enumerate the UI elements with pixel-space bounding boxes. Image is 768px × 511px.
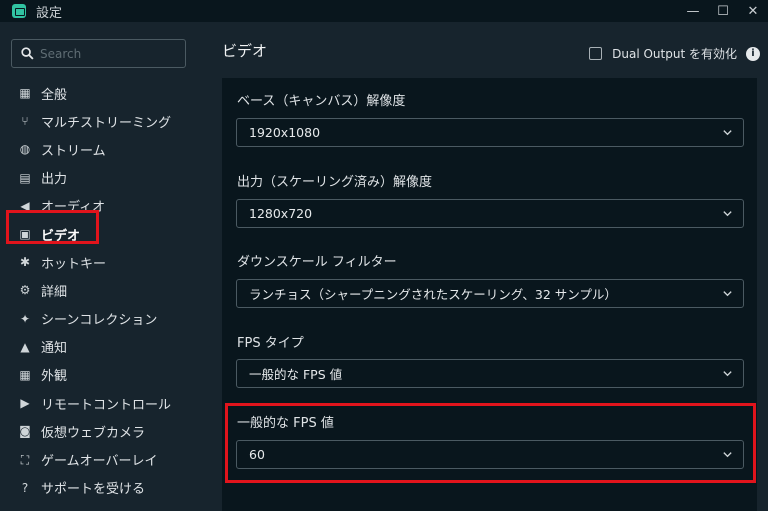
camera-icon: ◙ xyxy=(19,424,31,439)
sidebar-item-label: ホットキー xyxy=(41,256,107,272)
info-icon[interactable]: i xyxy=(746,46,760,61)
palette-icon: ▦ xyxy=(19,367,31,382)
window-controls: — ☐ ✕ xyxy=(678,0,768,22)
sidebar-item[interactable]: ◙ 仮想ウェブカメラ xyxy=(0,417,200,445)
gears-icon: ⚙ xyxy=(19,283,31,298)
sidebar-item[interactable]: ⑂ マルチストリーミング xyxy=(0,107,200,135)
settings-sidebar: ▦全般⑂マルチストリーミング◍ストリーム▤出力◀オーディオ▣ビデオ✱ホットキー⚙… xyxy=(0,22,200,511)
fps-type-value: 一般的な FPS 値 xyxy=(249,367,343,382)
sidebar-item[interactable]: ▶ リモートコントロール xyxy=(0,389,200,417)
search-box[interactable] xyxy=(11,39,186,68)
page-title: ビデオ xyxy=(222,42,268,60)
sidebar-item-label: リモートコントロール xyxy=(41,397,172,413)
output-resolution-value: 1280x720 xyxy=(249,206,313,221)
sidebar-item[interactable]: ▤ 出力 xyxy=(0,164,200,192)
sidebar-item-label: 通知 xyxy=(41,341,68,357)
output-resolution-select[interactable]: 1280x720 xyxy=(236,199,744,228)
downscale-filter-select[interactable]: ランチョス（シャープニングされたスケーリング、32 サンプル） xyxy=(236,279,744,308)
app-logo-icon xyxy=(12,4,26,18)
sidebar-item[interactable]: ◍ ストリーム xyxy=(0,135,200,163)
output-icon: ▤ xyxy=(19,170,31,185)
window-title: 設定 xyxy=(36,5,63,21)
chevron-down-icon xyxy=(723,130,732,136)
fps-type-label: FPS タイプ xyxy=(237,336,304,351)
sidebar-item[interactable]: ⛶ ゲームオーバーレイ xyxy=(0,445,200,473)
sidebar-item-label: シーンコレクション xyxy=(41,313,158,329)
sidebar-item-label: ストリーム xyxy=(41,143,106,159)
fps-type-select[interactable]: 一般的な FPS 値 xyxy=(236,359,744,388)
sidebar-item[interactable]: ✦ シーンコレクション xyxy=(0,305,200,333)
sidebar-item-label: サポートを受ける xyxy=(41,482,146,498)
base-resolution-select[interactable]: 1920x1080 xyxy=(236,118,744,147)
expand-icon: ⛶ xyxy=(20,452,30,467)
title-bar: 設定 — ☐ ✕ xyxy=(0,0,768,22)
sidebar-item[interactable]: ? サポートを受ける xyxy=(0,474,200,502)
base-resolution-label: ベース（キャンバス）解像度 xyxy=(237,94,406,109)
highlight-box-video-nav xyxy=(6,210,99,244)
sidebar-item-label: 仮想ウェブカメラ xyxy=(41,425,146,441)
base-resolution-value: 1920x1080 xyxy=(249,125,321,140)
sidebar-item[interactable]: ▦ 全般 xyxy=(0,79,200,107)
maximize-button[interactable]: ☐ xyxy=(708,0,738,22)
sidebar-item[interactable]: ▦ 外観 xyxy=(0,361,200,389)
sidebar-item[interactable]: ▲ 通知 xyxy=(0,333,200,361)
highlight-box-common-fps xyxy=(225,403,756,483)
downscale-filter-label: ダウンスケール フィルター xyxy=(237,255,397,270)
output-resolution-label: 出力（スケーリング済み）解像度 xyxy=(237,175,433,190)
gear-icon: ✱ xyxy=(19,255,31,270)
chevron-down-icon xyxy=(723,371,732,377)
minimize-button[interactable]: — xyxy=(678,0,708,22)
chevron-down-icon xyxy=(723,291,732,297)
dual-output-checkbox[interactable] xyxy=(589,47,603,60)
wand-icon: ✦ xyxy=(19,311,31,326)
sidebar-item-label: マルチストリーミング xyxy=(41,115,172,131)
search-input[interactable] xyxy=(40,46,180,61)
downscale-filter-value: ランチョス（シャープニングされたスケーリング、32 サンプル） xyxy=(249,287,617,302)
sidebar-item-label: 外観 xyxy=(41,369,68,385)
sidebar-item-label: ゲームオーバーレイ xyxy=(41,454,158,470)
settings-nav: ▦ 全般 ⑂ マルチストリーミング ◍ ストリーム ▤ 出力 ◀ オーディオ ▣ ビデオ ✱ ホットキー ⚙… xyxy=(0,79,200,502)
play-circle-icon: ▶ xyxy=(20,396,30,411)
dual-output-label: Dual Output を有効化 xyxy=(612,47,737,61)
chevron-down-icon xyxy=(723,211,732,217)
sidebar-item-label: 全般 xyxy=(41,87,68,103)
sidebar-item-label: 出力 xyxy=(41,172,68,188)
dual-output-toggle[interactable]: Dual Output を有効化 i xyxy=(589,45,760,62)
globe-icon: ◍ xyxy=(19,142,31,157)
close-button[interactable]: ✕ xyxy=(738,0,768,22)
search-icon xyxy=(21,47,34,60)
sidebar-item[interactable]: ✱ ホットキー xyxy=(0,248,200,276)
sidebar-item-label: 詳細 xyxy=(41,284,68,300)
sidebar-item[interactable]: ⚙ 詳細 xyxy=(0,276,200,304)
help-icon: ? xyxy=(21,480,29,495)
share-icon: ⑂ xyxy=(21,114,29,129)
grid-icon: ▦ xyxy=(19,86,31,101)
bell-icon: ▲ xyxy=(20,339,30,354)
